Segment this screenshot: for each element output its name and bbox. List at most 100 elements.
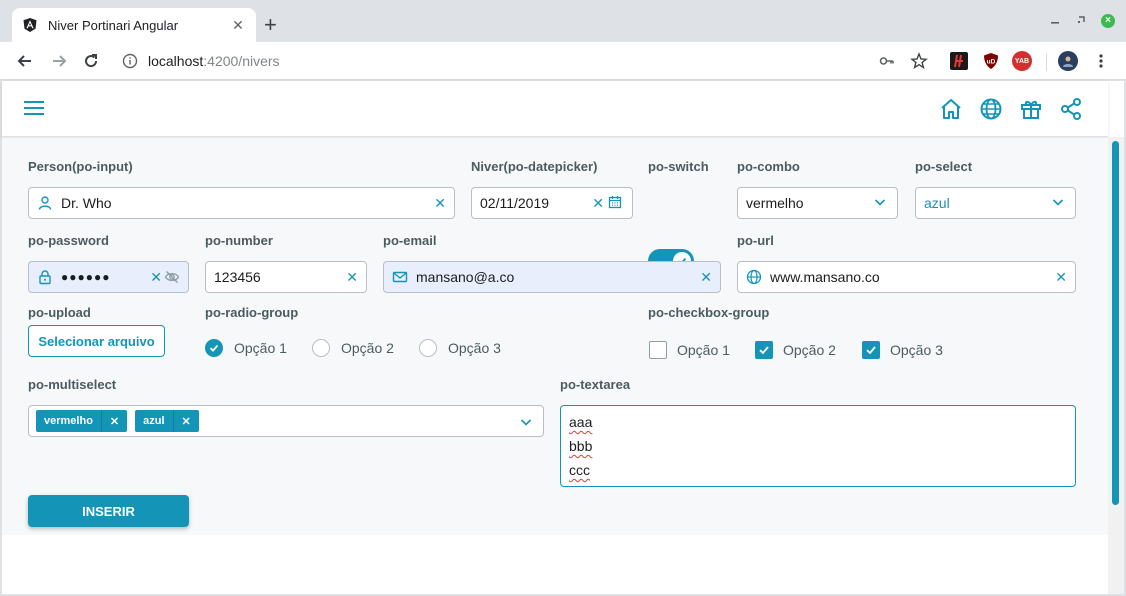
textarea-input[interactable]: aaa bbb ccc bbox=[560, 405, 1076, 487]
checkbox-checked-icon bbox=[862, 341, 880, 359]
number-value: 123456 bbox=[214, 269, 261, 285]
menu-icon[interactable] bbox=[24, 100, 44, 121]
info-icon[interactable] bbox=[122, 53, 138, 69]
new-tab-button[interactable]: + bbox=[264, 14, 277, 36]
email-value: mansano@a.co bbox=[416, 269, 515, 285]
clear-icon[interactable]: ✕ bbox=[434, 195, 446, 212]
checkbox-option-2[interactable]: Opção 2 bbox=[755, 341, 836, 359]
browser-menu-icon[interactable] bbox=[1092, 52, 1110, 70]
chevron-down-icon[interactable] bbox=[873, 195, 889, 211]
app-header bbox=[2, 81, 1108, 137]
browser-toolbar: localhost:4200/nivers uD YAB bbox=[0, 42, 1126, 80]
number-input[interactable]: 123456 ✕ bbox=[205, 261, 367, 293]
lock-icon bbox=[37, 269, 53, 285]
svg-text:uD: uD bbox=[987, 59, 996, 66]
bookmark-star-icon[interactable] bbox=[910, 52, 928, 70]
angular-favicon-icon bbox=[22, 17, 38, 33]
toolbar-divider bbox=[1046, 53, 1047, 71]
person-value: Dr. Who bbox=[61, 195, 112, 211]
number-label: po-number bbox=[205, 233, 273, 248]
combo-input[interactable]: vermelho bbox=[737, 187, 898, 219]
tag-remove-icon[interactable]: ✕ bbox=[100, 410, 127, 432]
yab-icon[interactable]: YAB bbox=[1012, 51, 1032, 71]
checkbox-unchecked-icon bbox=[649, 341, 667, 359]
url-host: localhost bbox=[148, 53, 204, 69]
upload-label: po-upload bbox=[28, 305, 91, 320]
browser-tab-strip: Niver Portinari Angular ✕ + × bbox=[0, 0, 1126, 42]
app-viewport: Person(po-input) Niver(po-datepicker) po… bbox=[2, 81, 1124, 594]
clear-icon[interactable]: ✕ bbox=[592, 195, 604, 212]
radio-option-2[interactable]: Opção 2 bbox=[312, 339, 394, 357]
multiselect-tag: vermelho ✕ bbox=[36, 410, 128, 432]
url-input[interactable]: www.mansano.co ✕ bbox=[737, 261, 1076, 293]
radio-option-label: Opção 3 bbox=[448, 340, 501, 356]
multiselect-input[interactable]: vermelho ✕ azul ✕ bbox=[28, 405, 544, 437]
select-value: azul bbox=[924, 195, 950, 211]
browser-tab[interactable]: Niver Portinari Angular ✕ bbox=[12, 8, 256, 42]
profile-avatar[interactable] bbox=[1058, 51, 1078, 71]
chevron-down-icon[interactable] bbox=[1051, 195, 1067, 211]
combo-value: vermelho bbox=[746, 195, 804, 211]
switch-label: po-switch bbox=[648, 159, 709, 174]
mail-icon bbox=[392, 269, 408, 285]
url-path: :4200/nivers bbox=[203, 53, 280, 69]
radio-checked-icon bbox=[205, 339, 223, 357]
checkbox-option-3[interactable]: Opção 3 bbox=[862, 341, 943, 359]
multiselect-tag: azul ✕ bbox=[135, 410, 199, 432]
scrollbar-thumb[interactable] bbox=[1112, 141, 1119, 505]
reload-icon[interactable] bbox=[80, 50, 102, 72]
password-input[interactable]: ●●●●●● ✕ bbox=[28, 261, 189, 293]
page-scrollbar[interactable] bbox=[1108, 137, 1124, 594]
minimize-icon[interactable] bbox=[1050, 12, 1060, 28]
window-close-icon[interactable]: × bbox=[1101, 14, 1115, 28]
home-icon[interactable] bbox=[939, 97, 963, 121]
clear-icon[interactable]: ✕ bbox=[700, 269, 712, 286]
maximize-icon[interactable] bbox=[1076, 12, 1086, 28]
niver-datepicker[interactable]: 02/11/2019 ✕ bbox=[471, 187, 633, 219]
textarea-line: ccc bbox=[569, 462, 590, 478]
textarea-line: bbb bbox=[569, 438, 593, 454]
radio-unchecked-icon bbox=[419, 339, 437, 357]
textarea-label: po-textarea bbox=[560, 377, 631, 392]
address-bar[interactable]: localhost:4200/nivers bbox=[112, 47, 932, 75]
forward-arrow-icon[interactable] bbox=[48, 50, 70, 72]
radio-group-label: po-radio-group bbox=[205, 305, 299, 320]
clear-icon[interactable]: ✕ bbox=[346, 269, 358, 286]
email-label: po-email bbox=[383, 233, 437, 248]
calendar-icon[interactable] bbox=[608, 195, 624, 211]
select-label: po-select bbox=[915, 159, 973, 174]
email-input[interactable]: mansano@a.co ✕ bbox=[383, 261, 721, 293]
textarea-line: aaa bbox=[569, 414, 593, 430]
clear-icon[interactable]: ✕ bbox=[150, 269, 162, 286]
share-icon[interactable] bbox=[1059, 97, 1083, 121]
chevron-down-icon[interactable] bbox=[519, 415, 533, 434]
radio-option-3[interactable]: Opção 3 bbox=[419, 339, 501, 357]
tab-title: Niver Portinari Angular bbox=[48, 17, 179, 33]
insert-button[interactable]: INSERIR bbox=[28, 495, 189, 527]
select-input[interactable]: azul bbox=[915, 187, 1076, 219]
globe-icon[interactable] bbox=[979, 97, 1003, 121]
url-value: www.mansano.co bbox=[770, 269, 880, 285]
checkbox-option-label: Opção 1 bbox=[677, 342, 730, 358]
password-value: ●●●●●● bbox=[61, 270, 111, 284]
niver-value: 02/11/2019 bbox=[480, 195, 550, 211]
eye-off-icon[interactable] bbox=[164, 269, 180, 285]
password-key-icon[interactable] bbox=[878, 52, 896, 70]
tab-close-icon[interactable]: ✕ bbox=[230, 17, 246, 34]
tag-label: vermelho bbox=[44, 415, 93, 427]
form-container: Person(po-input) Niver(po-datepicker) po… bbox=[2, 139, 1108, 535]
gift-icon[interactable] bbox=[1019, 97, 1043, 121]
checkbox-option-label: Opção 2 bbox=[783, 342, 836, 358]
select-file-button[interactable]: Selecionar arquivo bbox=[28, 325, 165, 357]
tag-remove-icon[interactable]: ✕ bbox=[172, 410, 199, 432]
password-label: po-password bbox=[28, 233, 109, 248]
radio-option-1[interactable]: Opção 1 bbox=[205, 339, 287, 357]
back-arrow-icon[interactable] bbox=[14, 50, 36, 72]
checkbox-group-label: po-checkbox-group bbox=[648, 305, 770, 320]
checkbox-option-1[interactable]: Opção 1 bbox=[649, 341, 730, 359]
person-input[interactable]: Dr. Who ✕ bbox=[28, 187, 455, 219]
niver-label: Niver(po-datepicker) bbox=[471, 159, 598, 174]
ublock-icon[interactable]: uD bbox=[982, 52, 1000, 70]
clear-icon[interactable]: ✕ bbox=[1055, 269, 1067, 286]
extension-red-icon[interactable] bbox=[950, 52, 968, 70]
